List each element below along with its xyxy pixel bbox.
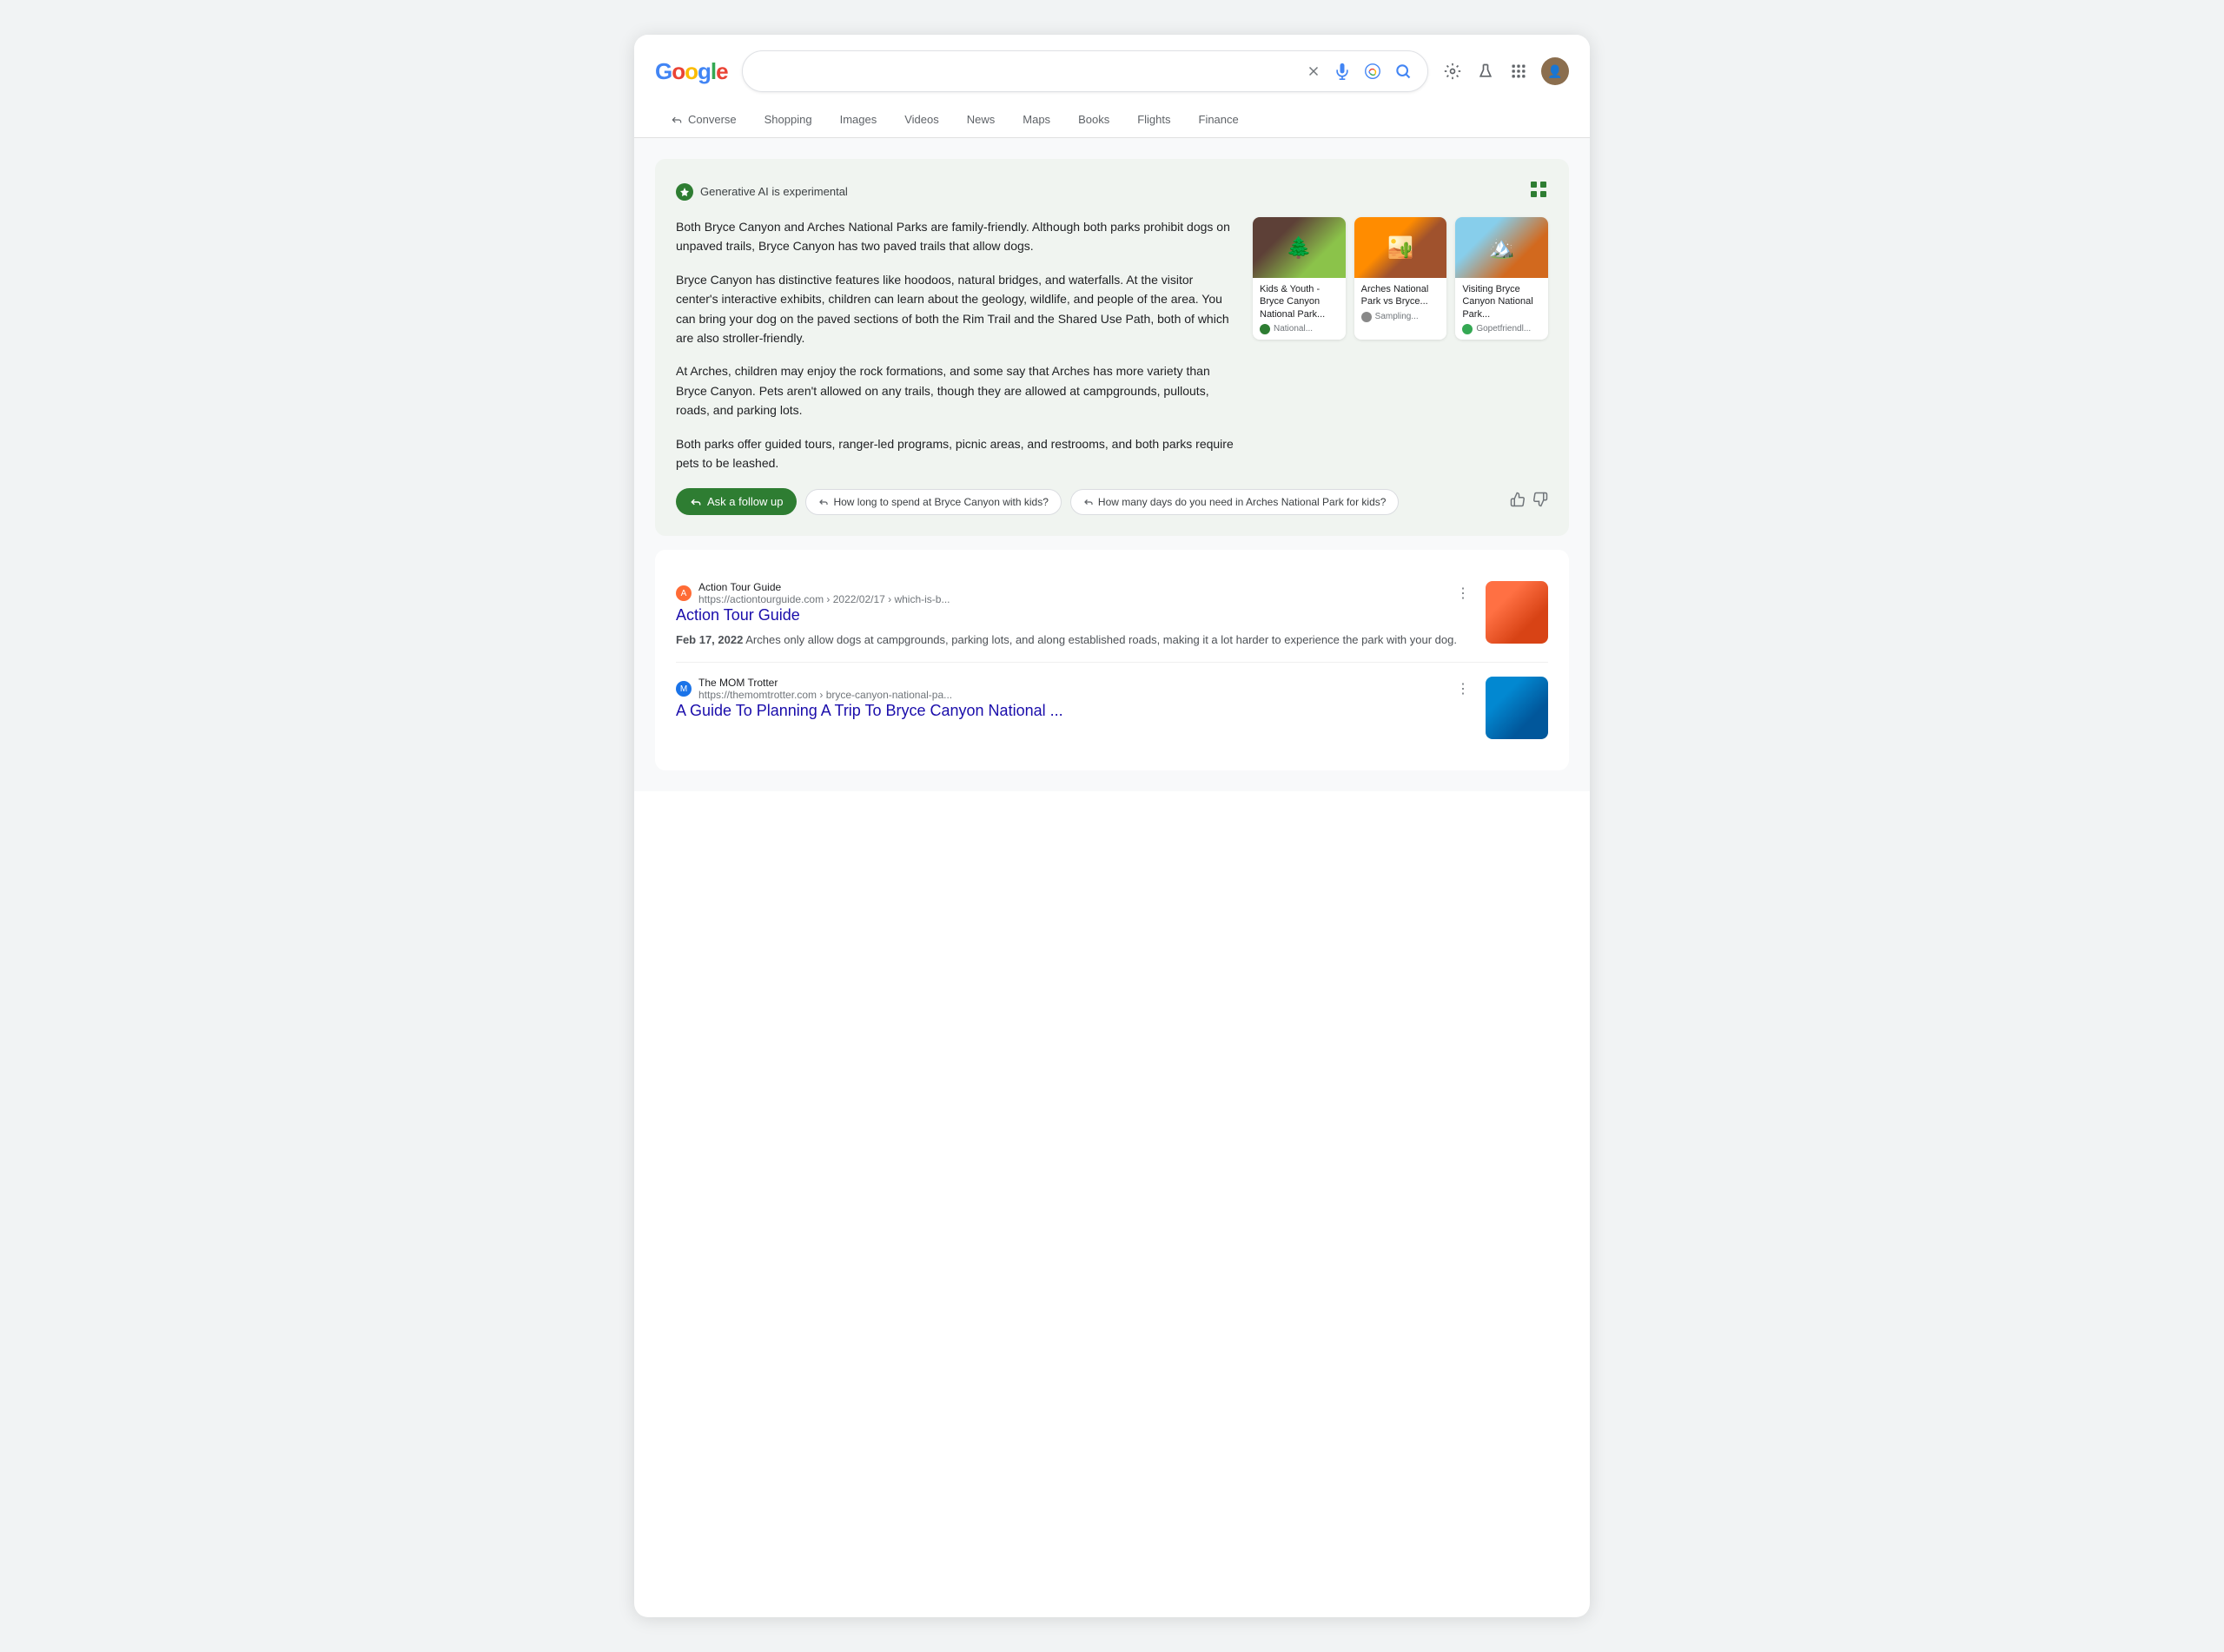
tab-flights[interactable]: Flights (1125, 104, 1182, 137)
ai-answer-card: Generative AI is experimental Both Bryce… (655, 159, 1569, 536)
search-icon (1394, 63, 1412, 80)
result-favicon-1: A (676, 585, 692, 601)
tab-news[interactable]: News (955, 104, 1008, 137)
ai-body: Both Bryce Canyon and Arches National Pa… (676, 217, 1548, 472)
ai-image-card-3[interactable]: 🏔️ Visiting Bryce Canyon National Park..… (1455, 217, 1548, 340)
header-right: 👤 (1442, 57, 1569, 85)
ai-image-cards: 🌲 Kids & Youth - Bryce Canyon National P… (1253, 217, 1548, 340)
ai-image-thumb-3: 🏔️ (1455, 217, 1548, 278)
result-url-1: https://actiontourguide.com › 2022/02/17… (698, 593, 950, 605)
result-source-2: M The MOM Trotter https://themomtrotter.… (676, 677, 1472, 701)
result-more-button-1[interactable]: ⋮ (1454, 583, 1472, 604)
tab-videos[interactable]: Videos (892, 104, 951, 137)
ai-image-title-2: Arches National Park vs Bryce... (1361, 283, 1440, 308)
ai-image-source-2: Sampling... (1361, 312, 1440, 322)
tab-converse[interactable]: Converse (659, 104, 749, 137)
ai-paragraph-3: At Arches, children may enjoy the rock f… (676, 361, 1235, 420)
followup-row: Ask a follow up How long to spend at Bry… (676, 488, 1548, 515)
nav-tabs: Converse Shopping Images Videos News Map… (655, 104, 1569, 137)
tab-shopping[interactable]: Shopping (752, 104, 824, 137)
result-title-1[interactable]: Action Tour Guide (676, 605, 1472, 625)
ai-image-title-3: Visiting Bryce Canyon National Park... (1462, 283, 1541, 320)
grid-icon (1510, 63, 1527, 80)
ai-image-info-1: Kids & Youth - Bryce Canyon National Par… (1253, 278, 1346, 340)
clear-search-button[interactable] (1304, 62, 1323, 81)
labs-button[interactable] (1475, 61, 1496, 82)
result-snippet-1: Feb 17, 2022 Arches only allow dogs at c… (676, 631, 1472, 649)
source-icon-2 (1361, 312, 1372, 322)
main-content: Generative AI is experimental Both Bryce… (634, 138, 1590, 791)
reply-suggestion-icon-2 (1083, 497, 1094, 507)
gear-icon (1444, 63, 1461, 80)
search-bar: what's better for a family with kids und… (742, 50, 1428, 92)
tab-finance[interactable]: Finance (1187, 104, 1251, 137)
result-domain-1: Action Tour Guide (698, 581, 950, 593)
ai-paragraph-4: Both parks offer guided tours, ranger-le… (676, 434, 1235, 473)
search-results: A Action Tour Guide https://actiontourgu… (655, 550, 1569, 770)
result-title-2[interactable]: A Guide To Planning A Trip To Bryce Cany… (676, 701, 1472, 721)
ai-image-card-2[interactable]: 🏜️ Arches National Park vs Bryce... Samp… (1354, 217, 1447, 340)
result-favicon-2: M (676, 681, 692, 697)
reply-suggestion-icon-1 (818, 497, 829, 507)
ai-image-gallery: 🌲 Kids & Youth - Bryce Canyon National P… (1253, 217, 1548, 472)
ai-image-source-3: Gopetfriendl... (1462, 324, 1541, 334)
ai-label: Generative AI is experimental (700, 185, 848, 198)
suggestion-button-2[interactable]: How many days do you need in Arches Nati… (1070, 489, 1400, 515)
reply-followup-icon (690, 496, 702, 508)
result-snippet-text-1: Arches only allow dogs at campgrounds, p… (745, 633, 1457, 646)
thumbs-down-icon (1532, 492, 1548, 507)
ai-image-thumb-2: 🏜️ (1354, 217, 1447, 278)
ai-paragraph-1: Both Bryce Canyon and Arches National Pa… (676, 217, 1235, 256)
source-icon-1 (1260, 324, 1270, 334)
tab-books[interactable]: Books (1066, 104, 1122, 137)
thumbs-up-button[interactable] (1510, 492, 1526, 512)
ai-image-info-2: Arches National Park vs Bryce... Samplin… (1354, 278, 1447, 327)
result-source-1: A Action Tour Guide https://actiontourgu… (676, 581, 1472, 605)
source-icon-3 (1462, 324, 1473, 334)
google-logo: Google (655, 58, 728, 85)
ask-followup-button[interactable]: Ask a follow up (676, 488, 797, 515)
lens-icon (1363, 62, 1382, 81)
result-item-1: A Action Tour Guide https://actiontourgu… (676, 567, 1548, 663)
result-domain-2: The MOM Trotter (698, 677, 952, 689)
result-content-1: A Action Tour Guide https://actiontourgu… (676, 581, 1472, 648)
thumbs-down-button[interactable] (1532, 492, 1548, 512)
result-thumb-2 (1486, 677, 1548, 739)
result-url-2: https://themomtrotter.com › bryce-canyon… (698, 689, 952, 701)
lens-search-button[interactable] (1361, 60, 1384, 83)
voice-search-button[interactable] (1332, 61, 1353, 82)
search-input[interactable]: what's better for a family with kids und… (757, 64, 1295, 78)
feedback-icons (1510, 492, 1548, 512)
apps-button[interactable] (1508, 61, 1529, 82)
ai-image-source-1: National... (1260, 324, 1339, 334)
result-thumb-1 (1486, 581, 1548, 644)
thumbs-up-icon (1510, 492, 1526, 507)
ai-paragraph-2: Bryce Canyon has distinctive features li… (676, 270, 1235, 348)
ai-image-thumb-1: 🌲 (1253, 217, 1346, 278)
ai-image-card-1[interactable]: 🌲 Kids & Youth - Bryce Canyon National P… (1253, 217, 1346, 340)
result-more-button-2[interactable]: ⋮ (1454, 678, 1472, 699)
tab-images[interactable]: Images (828, 104, 890, 137)
reply-icon (671, 114, 683, 126)
search-button[interactable] (1393, 61, 1413, 82)
result-thumb-img-1 (1486, 581, 1548, 644)
tab-maps[interactable]: Maps (1010, 104, 1062, 137)
result-item-2: M The MOM Trotter https://themomtrotter.… (676, 663, 1548, 753)
ai-text: Both Bryce Canyon and Arches National Pa… (676, 217, 1235, 472)
close-icon (1306, 63, 1321, 79)
avatar[interactable]: 👤 (1541, 57, 1569, 85)
ai-grid-button[interactable] (1529, 180, 1548, 203)
settings-button[interactable] (1442, 61, 1463, 82)
browser-window: Google what's better for a family with k… (634, 35, 1590, 1617)
result-thumb-img-2 (1486, 677, 1548, 739)
header: Google what's better for a family with k… (634, 35, 1590, 138)
suggestion-button-1[interactable]: How long to spend at Bryce Canyon with k… (805, 489, 1061, 515)
ai-image-title-1: Kids & Youth - Bryce Canyon National Par… (1260, 283, 1339, 320)
ai-icon (676, 183, 693, 201)
result-content-2: M The MOM Trotter https://themomtrotter.… (676, 677, 1472, 726)
microphone-icon (1334, 63, 1351, 80)
ai-card-header: Generative AI is experimental (676, 180, 1548, 203)
flask-icon (1477, 63, 1494, 80)
ai-image-info-3: Visiting Bryce Canyon National Park... G… (1455, 278, 1548, 340)
